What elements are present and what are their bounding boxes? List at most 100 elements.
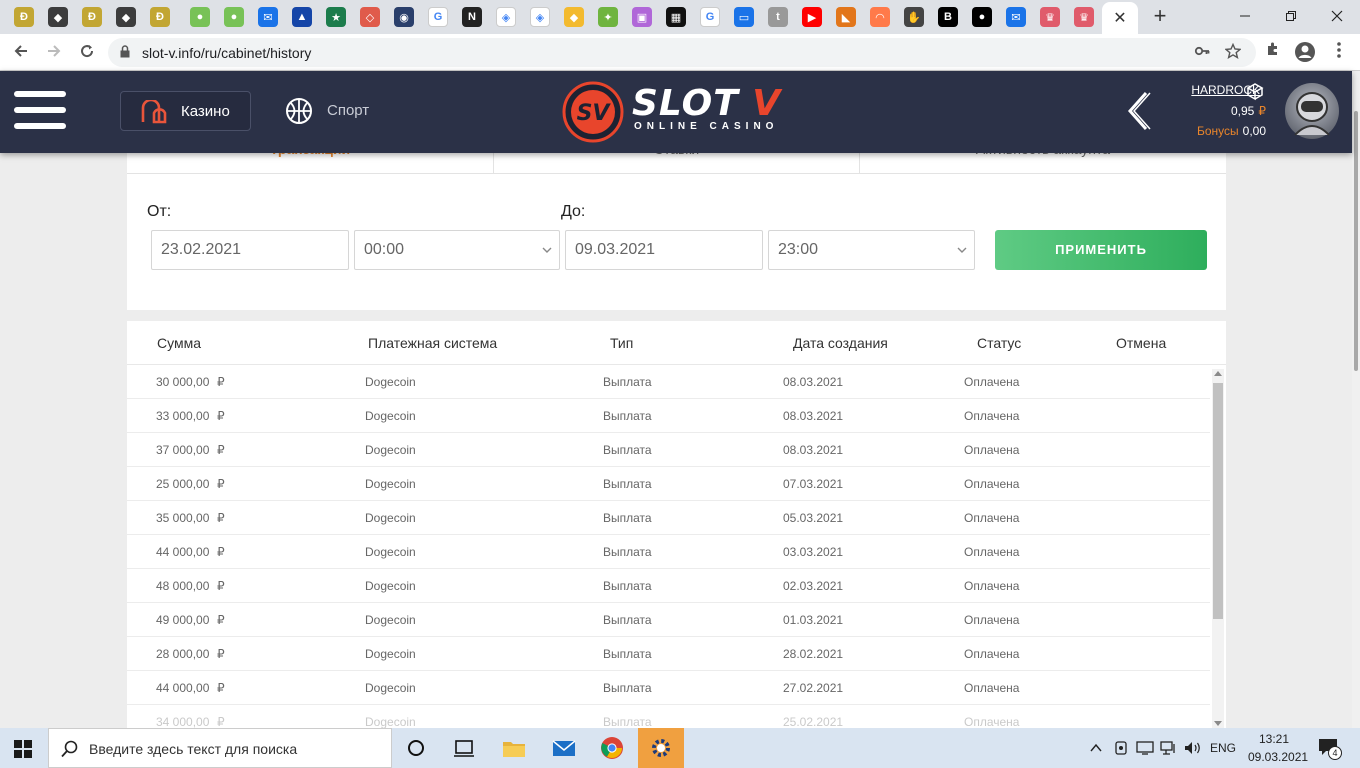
rainbow-icon[interactable]: ◠ [870,7,890,27]
url-text: slot-v.info/ru/cabinet/history [142,45,312,61]
site-logo[interactable]: SV SLOT V ONLINE CASINO [562,79,794,143]
profile-icon[interactable] [1294,41,1316,63]
cell-amount: 48 000,00 [156,579,210,593]
leaf-icon[interactable]: ✦ [598,7,618,27]
metamask-icon[interactable]: ◣ [836,7,856,27]
globe-icon[interactable]: ◉ [394,7,414,27]
table-scrollbar-thumb[interactable] [1213,383,1223,619]
cell-created-date: 08.03.2021 [783,409,844,423]
astronaut-icon [1294,92,1330,136]
forward-button[interactable] [41,40,67,66]
extensions-icon[interactable] [1262,41,1284,63]
taskbar-search-input[interactable]: Введите здесь текст для поиска [48,728,392,768]
google-icon[interactable]: G [428,7,448,27]
page-scrollbar-thumb[interactable] [1354,111,1358,371]
search-icon [61,740,78,758]
close-tab-icon[interactable]: ✕ [1113,8,1126,28]
nav-casino-button[interactable]: Казино [120,91,251,131]
minimize-window-button[interactable] [1222,4,1268,30]
mail-app-icon[interactable] [552,736,576,760]
column-header-cancel[interactable]: Отмена [1116,335,1166,351]
from-date-input[interactable]: 23.02.2021 [151,230,349,270]
news-icon[interactable]: N [462,7,482,27]
file-explorer-icon[interactable] [502,736,526,760]
dogecoin-icon[interactable]: Ð [150,7,170,27]
tray-app-icon[interactable] [1114,740,1128,756]
cell-amount: 44 000,00 [156,681,210,695]
collapse-arrow-button[interactable] [1124,91,1152,131]
android-icon[interactable]: ● [190,7,210,27]
bn-icon[interactable]: B [938,7,958,27]
mail-icon[interactable]: ✉ [258,7,278,27]
tumblr-icon[interactable]: t [768,7,788,27]
binance-icon[interactable]: ◆ [564,7,584,27]
to-date-input[interactable]: 09.03.2021 [565,230,763,270]
restore-window-button[interactable] [1268,4,1314,30]
cell-currency: ₽ [217,409,225,423]
menu-kebab-icon[interactable] [1328,41,1350,63]
notification-center-button[interactable]: 4 [1318,738,1344,760]
new-tab-button[interactable]: + [1148,5,1172,29]
dogecoin-icon[interactable]: Ð [82,7,102,27]
hand-icon[interactable]: ✋ [904,7,924,27]
close-window-button[interactable] [1314,4,1360,30]
star-icon[interactable]: ★ [326,7,346,27]
column-header-created-date[interactable]: Дата создания [793,335,888,351]
cell-payment-system: Dogecoin [365,545,416,559]
cell-status: Оплачена [964,715,1020,728]
ethereum-icon[interactable]: ◆ [48,7,68,27]
nav-sport-button[interactable]: Спорт [285,91,395,131]
page-scrollbar[interactable] [1352,71,1360,728]
active-taskbar-app[interactable] [638,728,684,768]
medium-icon[interactable]: ● [972,7,992,27]
grid-icon[interactable]: ▦ [666,7,686,27]
bookmark-star-icon[interactable] [1224,42,1242,63]
volume-icon[interactable] [1184,740,1202,756]
clock-date[interactable]: 09.03.2021 [1248,750,1308,764]
ethereum-icon[interactable]: ◆ [116,7,136,27]
from-time-select[interactable]: 00:00 [354,230,560,270]
mail-icon[interactable]: ✉ [1006,7,1026,27]
flag-icon[interactable]: ▲ [292,7,312,27]
tray-monitor-icon[interactable] [1136,740,1154,756]
task-view-icon[interactable] [452,736,476,760]
cortana-icon[interactable] [404,736,428,760]
puzzle-icon[interactable]: ▣ [632,7,652,27]
crown-icon[interactable]: ♛ [1074,7,1094,27]
scroll-down-arrow-icon[interactable] [1214,721,1222,726]
google-icon[interactable]: G [700,7,720,27]
clock-time[interactable]: 13:21 [1259,732,1289,746]
active-tab[interactable]: ✕ [1102,2,1138,34]
table-scrollbar[interactable] [1212,369,1224,728]
column-header-type[interactable]: Тип [610,335,633,351]
column-header-payment-system[interactable]: Платежная система [368,335,497,351]
key-icon[interactable] [1194,43,1210,63]
back-button[interactable] [8,40,34,66]
cell-created-date: 25.02.2021 [783,715,844,728]
diamond-icon[interactable]: ◇ [360,7,380,27]
drop-icon[interactable]: ◈ [530,7,550,27]
android-icon[interactable]: ● [224,7,244,27]
crown-icon[interactable]: ♛ [1040,7,1060,27]
to-time-select[interactable]: 23:00 [768,230,975,270]
drop-icon[interactable]: ◈ [496,7,516,27]
apply-filter-button[interactable]: ПРИМЕНИТЬ [995,230,1207,270]
language-indicator[interactable]: ENG [1210,741,1236,755]
chrome-icon[interactable] [600,736,624,760]
address-bar[interactable]: slot-v.info/ru/cabinet/history [108,38,1256,67]
windows-start-icon[interactable] [14,740,32,758]
reload-button[interactable] [74,40,100,66]
column-header-amount[interactable]: Сумма [157,335,201,351]
scroll-up-arrow-icon[interactable] [1214,371,1222,376]
column-header-status[interactable]: Статус [977,335,1021,351]
dogecoin-icon[interactable]: Ð [14,7,34,27]
hamburger-menu-button[interactable] [14,91,66,131]
tray-chevron-up-icon[interactable] [1090,742,1102,754]
cell-amount: 44 000,00 [156,545,210,559]
network-icon[interactable] [1160,740,1178,756]
gift-icon[interactable] [1245,81,1265,101]
user-avatar[interactable] [1285,83,1339,139]
chat-icon[interactable]: ▭ [734,7,754,27]
youtube-icon[interactable]: ▶ [802,7,822,27]
browser-tab-strip: Ð ◆ Ð ◆ Ð ● ● ✉ ▲ ★ ◇ ◉ G N ◈ ◈ ◆ ✦ ▣ ▦ G ▭ t ▶ ◣ ◠ ✋ B ● ✉ ♛ ♛ ✕ + [0,0,1360,34]
